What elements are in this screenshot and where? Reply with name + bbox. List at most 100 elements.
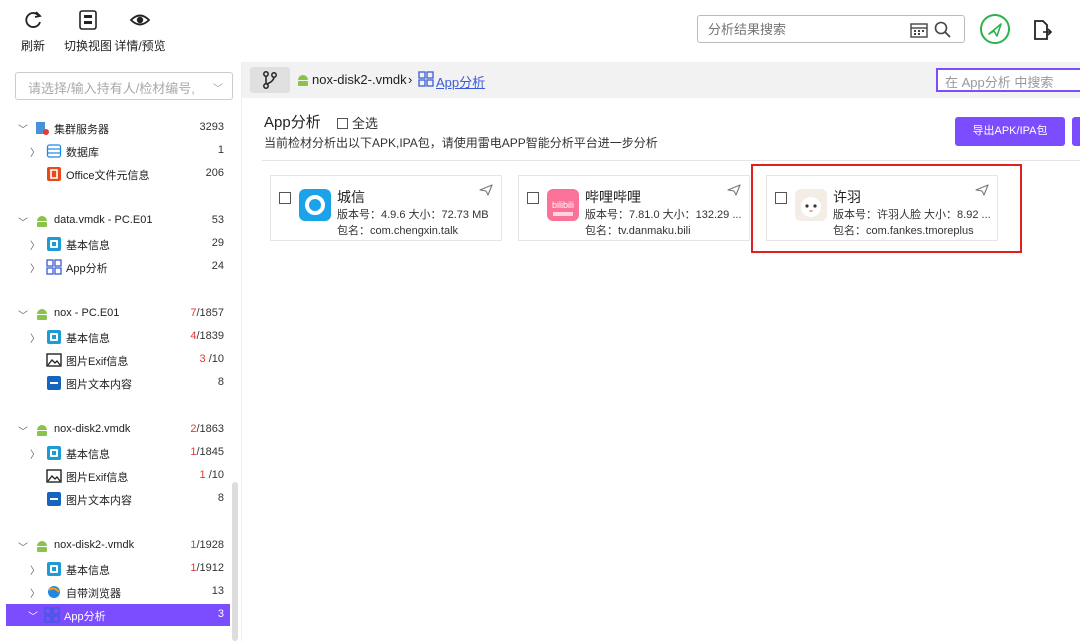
refresh-button[interactable]: 刷新 [18, 8, 48, 54]
chevron-down-icon[interactable]: ﹀ [28, 608, 40, 623]
page-title: App分析 [264, 114, 321, 131]
breadcrumb-current[interactable]: App分析 [436, 72, 485, 91]
refresh-icon [25, 11, 42, 28]
tree-node[interactable]: 〉 基本信息 1/1845 [8, 442, 230, 464]
tree-node-total-count: 206 [205, 167, 224, 179]
send-icon[interactable] [479, 184, 493, 196]
tree-node[interactable]: 〉 基本信息 1/1912 [8, 558, 230, 580]
result-search-input[interactable] [698, 16, 898, 42]
tree-node-count: 8 [218, 492, 224, 504]
detail-preview-button[interactable]: 详情/预览 [110, 8, 170, 54]
tree-node-total-count: /10 [205, 469, 224, 481]
switch-view-button[interactable]: 切换视图 [60, 8, 116, 54]
tree-node[interactable]: 图片Exif信息 1 /10 [8, 465, 230, 487]
chevron-right-icon[interactable]: 〉 [30, 330, 42, 345]
basic-info-icon [46, 236, 62, 252]
tree-node[interactable]: 〉 基本信息 4/1839 [8, 326, 230, 348]
evidence-select[interactable]: 请选择/输入持有人/检材编号, ﹀ [15, 72, 233, 100]
basic-info-icon [46, 445, 62, 461]
chevron-right-icon[interactable]: 〉 [30, 144, 42, 159]
tree-node[interactable]: ﹀ 集群服务器 3293 [8, 117, 230, 139]
image-icon [46, 352, 62, 368]
app-version-size: 版本号：4.9.6 大小：72.73 MB [337, 209, 489, 221]
send-icon[interactable] [727, 184, 741, 196]
smart-analysis-button[interactable] [980, 14, 1010, 44]
bilibili-app-icon: bilibili [547, 189, 579, 221]
tree-node-count: 8 [218, 376, 224, 388]
tree-node-count: 3 /10 [200, 353, 224, 365]
top-toolbar: 刷新 切换视图 详情/预览 [0, 0, 1080, 62]
chevron-right-icon[interactable]: 〉 [30, 237, 42, 252]
tree-node-label: App分析 [66, 263, 108, 275]
tree-node-label: 图片Exif信息 [66, 356, 129, 368]
chevron-down-icon[interactable]: ﹀ [18, 121, 30, 136]
branch-icon [263, 71, 277, 89]
tree-node-total-count: 13 [211, 585, 224, 597]
chevron-down-icon[interactable]: ﹀ [18, 214, 30, 229]
tree-node[interactable]: ﹀ nox - PC.E01 7/1857 [8, 303, 230, 325]
more-button[interactable] [1072, 117, 1080, 146]
tree-node-count: 53 [212, 214, 224, 226]
app-card[interactable]: bilibili 哔哩哔哩 版本号：7.81.0 大小：132.29 ... 包名：t… [518, 175, 750, 241]
tree-node-total-count: /10 [205, 353, 224, 365]
android-icon [298, 75, 308, 86]
tree-node[interactable]: 〉 App分析 24 [8, 256, 230, 278]
divider [262, 160, 1080, 161]
tree-node-total-count: /1912 [196, 562, 224, 574]
tree-node-label: 图片文本内容 [66, 379, 132, 391]
android-icon [34, 422, 50, 438]
android-icon [34, 306, 50, 322]
tree-node-label: 基本信息 [66, 565, 110, 577]
tree-node-label: 基本信息 [66, 449, 110, 461]
database-icon [46, 143, 62, 159]
branch-button[interactable] [250, 67, 290, 93]
export-apk-ipa-button[interactable]: 导出APK/IPA包 [955, 117, 1065, 146]
highlight-box [751, 164, 1022, 253]
breadcrumb-separator: › [408, 72, 413, 87]
breadcrumb-device[interactable]: nox-disk2-.vmdk [312, 72, 407, 87]
tree-node[interactable]: ﹀ nox-disk2.vmdk 2/1863 [8, 419, 230, 441]
left-scrollbar[interactable] [232, 482, 238, 641]
cluster-server-icon [34, 120, 50, 136]
tree-node[interactable]: 〉 数据库 1 [8, 140, 230, 162]
app-checkbox[interactable] [527, 192, 539, 204]
chevron-down-icon[interactable]: ﹀ [18, 539, 30, 554]
calendar-icon[interactable] [910, 22, 928, 38]
bilibili-logo-text: bilibili [552, 200, 574, 210]
chevron-down-icon[interactable]: ﹀ [18, 307, 30, 322]
app-card[interactable]: 城信 版本号：4.9.6 大小：72.73 MB 包名：com.chengxin.t… [270, 175, 502, 241]
chevron-down-icon[interactable]: ﹀ [18, 423, 30, 438]
tree-node[interactable]: ﹀ nox-disk2-.vmdk 1/1928 [8, 535, 230, 557]
basic-info-icon [46, 561, 62, 577]
select-all-checkbox[interactable]: 全选 [337, 113, 378, 132]
chevron-right-icon[interactable]: 〉 [30, 585, 42, 600]
app-search-input[interactable]: 在 App分析 中搜索 [936, 68, 1080, 92]
tree-node-label: Office文件元信息 [66, 170, 150, 182]
tree-node-label: 图片文本内容 [66, 495, 132, 507]
ocr-icon [46, 491, 62, 507]
office-icon [46, 166, 62, 182]
app-version-size: 版本号：7.81.0 大小：132.29 ... [585, 209, 742, 221]
tree-node[interactable]: 图片文本内容 8 [8, 372, 230, 394]
tree-node-count: 1 [218, 144, 224, 156]
android-icon [34, 538, 50, 554]
tree-node[interactable]: ﹀ App分析 3 [6, 604, 230, 626]
chevron-right-icon[interactable]: 〉 [30, 446, 42, 461]
tree-node-count: 206 [206, 167, 224, 179]
search-icon[interactable] [934, 21, 952, 39]
ocr-icon [46, 375, 62, 391]
tree-node[interactable]: 〉 基本信息 29 [8, 233, 230, 255]
checkbox-icon [337, 118, 348, 129]
tree-node[interactable]: ﹀ data.vmdk - PC.E01 53 [8, 210, 230, 232]
tree-node[interactable]: 〉 自带浏览器 13 [8, 581, 230, 603]
android-icon [34, 213, 50, 229]
chevron-right-icon[interactable]: 〉 [30, 260, 42, 275]
tree-node[interactable]: 图片文本内容 8 [8, 488, 230, 510]
tree-node[interactable]: 图片Exif信息 3 /10 [8, 349, 230, 371]
export-file-icon[interactable] [1032, 19, 1052, 41]
tree-node[interactable]: Office文件元信息 206 [8, 163, 230, 185]
app-checkbox[interactable] [279, 192, 291, 204]
app-grid-icon [44, 607, 60, 623]
chevron-right-icon[interactable]: 〉 [30, 562, 42, 577]
tree-node-label: nox-disk2.vmdk [54, 423, 131, 435]
